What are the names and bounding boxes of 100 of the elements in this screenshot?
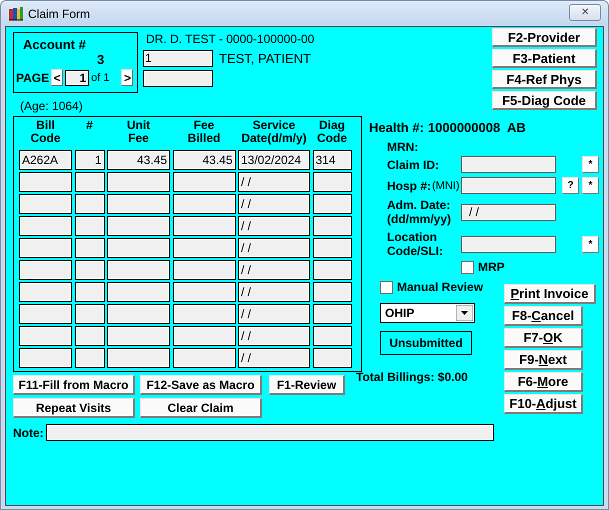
bill-code-cell[interactable] bbox=[19, 238, 72, 258]
lookup-button[interactable]: * bbox=[582, 177, 599, 194]
unit-fee-cell[interactable] bbox=[107, 326, 170, 346]
fee-billed-cell[interactable] bbox=[172, 326, 236, 346]
service-date-cell[interactable]: / / bbox=[238, 216, 310, 236]
service-date-cell[interactable]: / / bbox=[238, 194, 310, 214]
units-cell[interactable] bbox=[74, 238, 104, 258]
note-field[interactable] bbox=[46, 424, 494, 441]
fee-billed-cell[interactable]: 43.45 bbox=[172, 150, 236, 170]
checkbox[interactable] bbox=[461, 260, 474, 274]
fee-billed-cell[interactable] bbox=[172, 194, 236, 214]
unit-fee-cell[interactable] bbox=[107, 348, 170, 368]
action-button[interactable]: F6-More bbox=[504, 372, 583, 392]
fee-billed-cell[interactable] bbox=[172, 216, 236, 236]
input-field[interactable] bbox=[143, 70, 213, 87]
input-field[interactable]: / / bbox=[461, 204, 556, 220]
window-title: Claim Form bbox=[28, 6, 90, 20]
action-button[interactable]: F10-Adjust bbox=[504, 394, 583, 414]
units-cell[interactable] bbox=[74, 304, 104, 324]
page-number-field[interactable]: 1 bbox=[65, 70, 90, 86]
service-date-cell[interactable]: / / bbox=[238, 282, 310, 302]
bill-code-cell[interactable] bbox=[19, 326, 72, 346]
input-field[interactable] bbox=[461, 236, 556, 252]
column-header: Diag Code bbox=[316, 119, 348, 147]
unit-fee-cell[interactable] bbox=[107, 238, 170, 258]
previous-page-button[interactable]: < bbox=[51, 69, 64, 86]
bill-code-cell[interactable] bbox=[19, 348, 72, 368]
diag-code-cell[interactable] bbox=[312, 194, 352, 214]
diag-code-cell[interactable] bbox=[312, 216, 352, 236]
diag-code-cell[interactable]: 314 bbox=[312, 150, 352, 170]
unit-fee-cell[interactable] bbox=[107, 304, 170, 324]
bill-code-cell[interactable] bbox=[19, 172, 72, 192]
lookup-button[interactable]: F5-Diag Code bbox=[492, 91, 597, 110]
bill-code-cell[interactable]: A262A bbox=[19, 150, 72, 170]
units-cell[interactable] bbox=[74, 216, 104, 236]
account-label: Account # bbox=[23, 37, 87, 52]
diag-code-cell[interactable] bbox=[312, 260, 352, 280]
column-header: Unit Fee bbox=[126, 119, 152, 147]
column-header: # bbox=[85, 119, 94, 134]
action-button[interactable]: Print Invoice bbox=[504, 284, 596, 304]
action-button[interactable]: Clear Claim bbox=[140, 398, 262, 418]
diag-code-cell[interactable] bbox=[312, 348, 352, 368]
units-cell[interactable] bbox=[74, 194, 104, 214]
units-cell[interactable] bbox=[74, 348, 104, 368]
service-date-cell[interactable]: / / bbox=[238, 348, 310, 368]
bill-code-cell[interactable] bbox=[19, 194, 72, 214]
fee-billed-cell[interactable] bbox=[172, 260, 236, 280]
units-cell[interactable] bbox=[74, 260, 104, 280]
diag-code-cell[interactable] bbox=[312, 326, 352, 346]
unit-fee-cell[interactable] bbox=[107, 282, 170, 302]
unit-fee-cell[interactable] bbox=[107, 194, 170, 214]
units-cell[interactable] bbox=[74, 172, 104, 192]
fee-billed-cell[interactable] bbox=[172, 172, 236, 192]
bill-code-cell[interactable] bbox=[19, 216, 72, 236]
unit-fee-cell[interactable] bbox=[107, 216, 170, 236]
macro-button[interactable]: F12-Save as Macro bbox=[140, 375, 262, 395]
input-field[interactable] bbox=[461, 177, 556, 194]
patient-age: (Age: 1064) bbox=[20, 99, 84, 113]
close-button[interactable]: ✕ bbox=[569, 4, 601, 21]
payer-dropdown[interactable]: OHIP bbox=[380, 303, 475, 323]
fee-billed-cell[interactable] bbox=[172, 304, 236, 324]
service-date-cell[interactable]: / / bbox=[238, 172, 310, 192]
lookup-button[interactable]: F4-Ref Phys bbox=[492, 70, 597, 89]
page-label: PAGE bbox=[16, 70, 50, 84]
service-date-cell[interactable]: / / bbox=[238, 326, 310, 346]
diag-code-cell[interactable] bbox=[312, 282, 352, 302]
diag-code-cell[interactable] bbox=[312, 304, 352, 324]
action-button[interactable]: F7-OK bbox=[504, 328, 583, 348]
fee-billed-cell[interactable] bbox=[172, 348, 236, 368]
checkbox[interactable] bbox=[380, 280, 393, 294]
action-button[interactable]: F8-Cancel bbox=[504, 306, 583, 326]
lookup-button[interactable]: * bbox=[582, 156, 599, 173]
diag-code-cell[interactable] bbox=[312, 172, 352, 192]
macro-button[interactable]: F11-Fill from Macro bbox=[13, 375, 135, 395]
service-date-cell[interactable]: 13/02/2024 bbox=[238, 150, 310, 170]
units-cell[interactable] bbox=[74, 326, 104, 346]
patient-id-field[interactable]: 1 bbox=[143, 50, 213, 67]
action-button[interactable]: Repeat Visits bbox=[13, 398, 135, 418]
service-date-cell[interactable]: / / bbox=[238, 238, 310, 258]
next-page-button[interactable]: > bbox=[121, 69, 134, 86]
units-cell[interactable]: 1 bbox=[74, 150, 104, 170]
lookup-button[interactable]: F3-Patient bbox=[492, 49, 597, 68]
unit-fee-cell[interactable] bbox=[107, 172, 170, 192]
unit-fee-cell[interactable]: 43.45 bbox=[107, 150, 170, 170]
diag-code-cell[interactable] bbox=[312, 238, 352, 258]
input-field[interactable] bbox=[461, 156, 556, 173]
bill-code-cell[interactable] bbox=[19, 282, 72, 302]
bill-code-cell[interactable] bbox=[19, 304, 72, 324]
unit-fee-cell[interactable] bbox=[107, 260, 170, 280]
lookup-button[interactable]: * bbox=[582, 236, 599, 252]
lookup-button[interactable]: ? bbox=[562, 177, 579, 194]
fee-billed-cell[interactable] bbox=[172, 282, 236, 302]
service-date-cell[interactable]: / / bbox=[238, 260, 310, 280]
bill-code-cell[interactable] bbox=[19, 260, 72, 280]
action-button[interactable]: F9-Next bbox=[504, 350, 583, 370]
units-cell[interactable] bbox=[74, 282, 104, 302]
lookup-button[interactable]: F2-Provider bbox=[492, 28, 597, 47]
fee-billed-cell[interactable] bbox=[172, 238, 236, 258]
macro-button[interactable]: F1-Review bbox=[269, 375, 345, 395]
service-date-cell[interactable]: / / bbox=[238, 304, 310, 324]
